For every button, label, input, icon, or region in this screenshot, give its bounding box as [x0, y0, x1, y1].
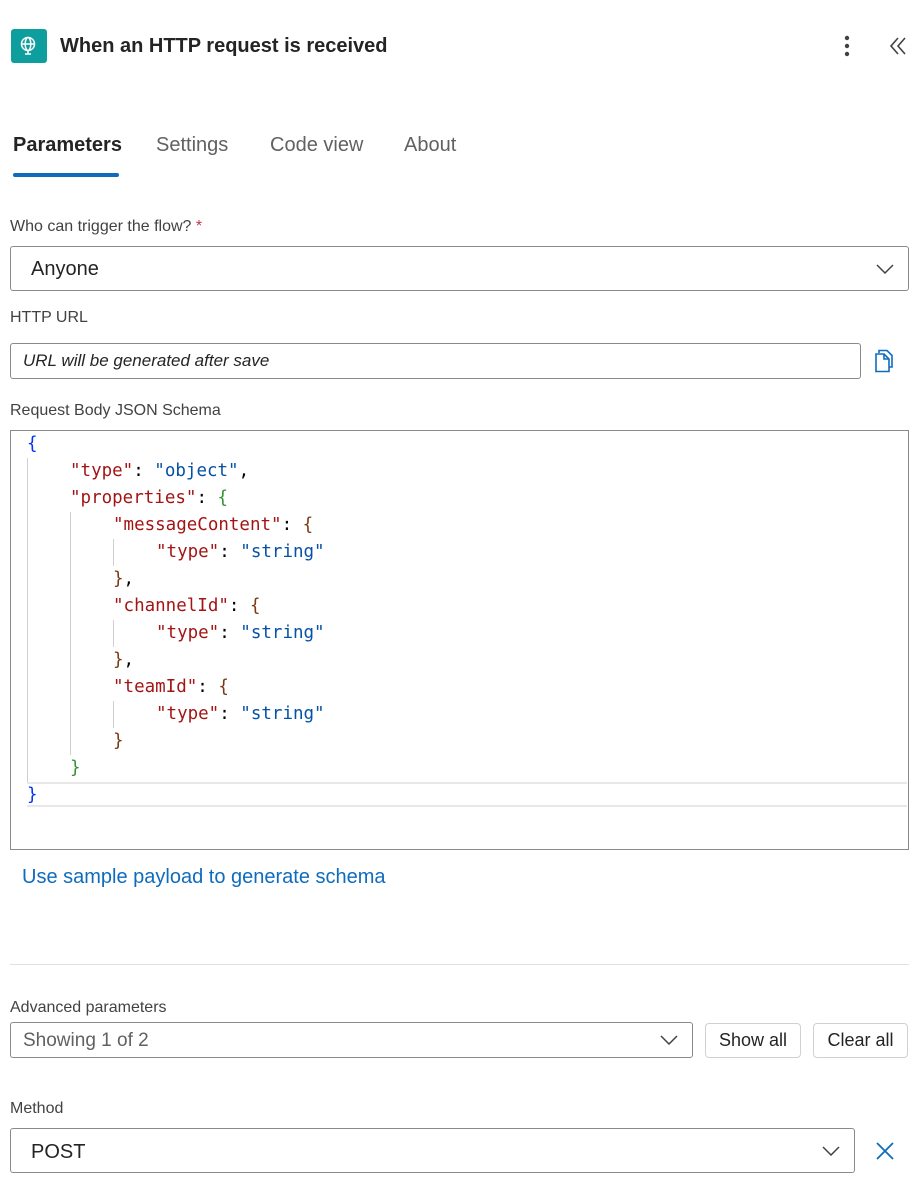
schema-label: Request Body JSON Schema — [10, 402, 221, 419]
http-request-trigger-icon — [11, 29, 47, 63]
code-line-5: "type": "string" — [156, 542, 325, 562]
code-line-8: "type": "string" — [156, 623, 325, 643]
code-line-6: }, — [113, 569, 135, 589]
collapse-panel-icon[interactable] — [884, 30, 912, 62]
panel-title: When an HTTP request is received — [60, 35, 388, 57]
code-line-7: "channelId": { — [113, 596, 261, 616]
trigger-dropdown[interactable]: Anyone — [10, 246, 909, 291]
method-dropdown-value: POST — [31, 1141, 86, 1163]
trigger-label-text: Who can trigger the flow? — [10, 218, 192, 235]
show-all-button[interactable]: Show all — [705, 1023, 801, 1058]
chevron-down-icon — [822, 1145, 840, 1156]
code-line-12: } — [113, 731, 124, 751]
tab-settings[interactable]: Settings — [156, 134, 228, 157]
code-line-1: { — [27, 434, 38, 454]
required-marker: * — [195, 218, 203, 235]
code-line-14: } — [27, 785, 38, 805]
code-line-3: "properties": { — [70, 488, 229, 508]
indent-guide — [27, 458, 28, 782]
more-options-icon[interactable] — [834, 30, 860, 62]
clear-all-button[interactable]: Clear all — [813, 1023, 908, 1058]
code-line-9: }, — [113, 650, 135, 670]
advanced-parameters-value: Showing 1 of 2 — [23, 1030, 149, 1051]
trigger-label: Who can trigger the flow? * — [10, 218, 202, 236]
schema-code-editor[interactable]: { "type": "object", "properties": { "mes… — [10, 430, 909, 850]
indent-guide — [113, 701, 114, 728]
http-url-field[interactable]: URL will be generated after save — [10, 343, 861, 379]
chevron-down-icon — [876, 263, 894, 274]
code-line-11: "type": "string" — [156, 704, 325, 724]
active-tab-indicator — [13, 173, 119, 177]
indent-guide — [113, 539, 114, 566]
code-line-2: "type": "object", — [70, 461, 250, 481]
section-divider — [10, 964, 909, 965]
code-line-10: "teamId": { — [113, 677, 229, 697]
tab-parameters[interactable]: Parameters — [13, 134, 122, 157]
indent-guide — [70, 512, 71, 755]
http-url-label: HTTP URL — [10, 309, 88, 326]
copy-icon[interactable] — [871, 346, 899, 376]
trigger-dropdown-value: Anyone — [31, 258, 99, 280]
advanced-parameters-label: Advanced parameters — [10, 999, 167, 1016]
tab-code-view[interactable]: Code view — [270, 134, 363, 157]
indent-guide — [113, 620, 114, 647]
remove-parameter-icon[interactable] — [871, 1136, 899, 1166]
advanced-parameters-dropdown[interactable]: Showing 1 of 2 — [10, 1022, 693, 1058]
sample-payload-link[interactable]: Use sample payload to generate schema — [22, 866, 386, 889]
current-line-highlight — [27, 782, 907, 807]
code-line-13: } — [70, 758, 81, 778]
tab-about[interactable]: About — [404, 134, 456, 157]
chevron-down-icon — [660, 1035, 678, 1045]
method-dropdown[interactable]: POST — [10, 1128, 855, 1173]
code-line-4: "messageContent": { — [113, 515, 314, 535]
method-label: Method — [10, 1100, 64, 1117]
